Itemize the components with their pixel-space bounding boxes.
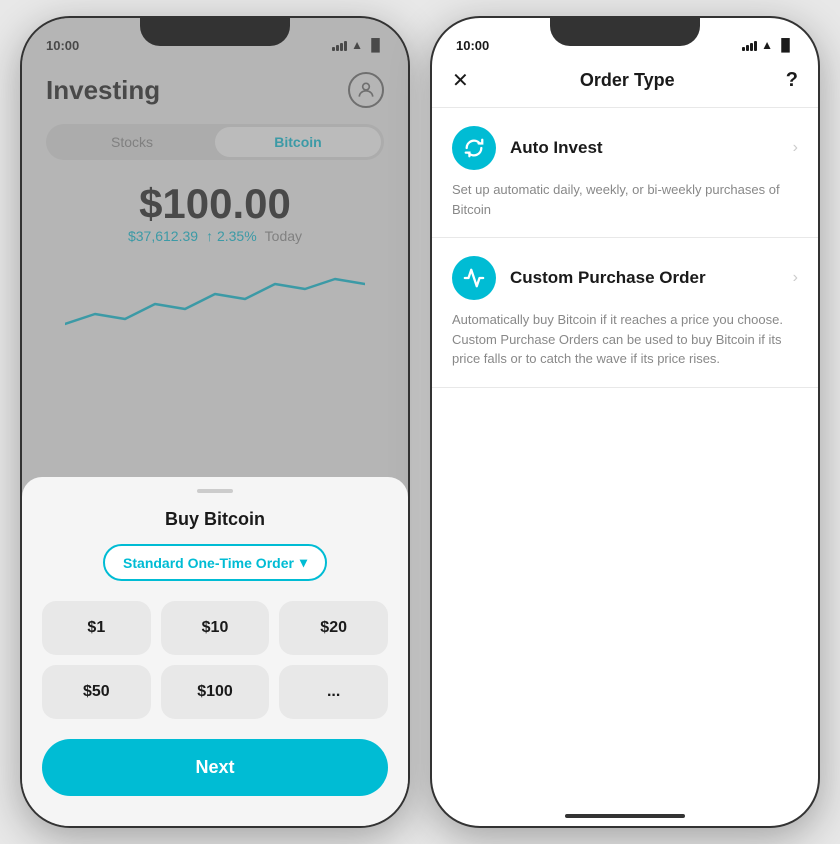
status-icons-right: ▲ ▐▌ <box>742 38 794 52</box>
amount-10[interactable]: $10 <box>161 601 270 655</box>
right-phone: 10:00 ▲ ▐▌ ✕ Order Type ? <box>430 16 820 828</box>
amount-1[interactable]: $1 <box>42 601 151 655</box>
auto-invest-description: Set up automatic daily, weekly, or bi-we… <box>452 180 798 219</box>
amount-50[interactable]: $50 <box>42 665 151 719</box>
order-item-row-auto-invest: Auto Invest › <box>452 126 798 170</box>
order-item-row-custom: Custom Purchase Order › <box>452 256 798 300</box>
modal-title: Buy Bitcoin <box>42 509 388 530</box>
auto-invest-label: Auto Invest <box>510 138 779 158</box>
modal-sheet: Buy Bitcoin Standard One-Time Order ▾ $1… <box>22 477 408 826</box>
custom-purchase-description: Automatically buy Bitcoin if it reaches … <box>452 310 798 369</box>
modal-handle <box>197 489 233 493</box>
battery-icon-right: ▐▌ <box>777 38 794 52</box>
notch <box>140 18 290 46</box>
custom-purchase-icon <box>452 256 496 300</box>
next-button[interactable]: Next <box>42 739 388 796</box>
close-button[interactable]: ✕ <box>452 68 469 93</box>
signal-icon-right <box>742 39 757 51</box>
order-item-custom-purchase[interactable]: Custom Purchase Order › Automatically bu… <box>432 238 818 388</box>
custom-purchase-label: Custom Purchase Order <box>510 268 779 288</box>
chevron-right-icon-auto: › <box>793 139 798 157</box>
time-right: 10:00 <box>456 38 489 53</box>
amount-more[interactable]: ... <box>279 665 388 719</box>
home-indicator-right <box>565 814 685 818</box>
header-title: Order Type <box>580 70 675 91</box>
order-type-header: ✕ Order Type ? <box>432 62 818 108</box>
chevron-right-icon-custom: › <box>793 269 798 287</box>
modal-overlay: Buy Bitcoin Standard One-Time Order ▾ $1… <box>22 18 408 826</box>
help-button[interactable]: ? <box>786 69 798 92</box>
order-type-button[interactable]: Standard One-Time Order ▾ <box>103 544 327 581</box>
order-type-label: Standard One-Time Order <box>123 555 294 571</box>
auto-invest-icon <box>452 126 496 170</box>
order-item-auto-invest[interactable]: Auto Invest › Set up automatic daily, we… <box>432 108 818 238</box>
wifi-icon-right: ▲ <box>761 38 773 52</box>
amount-grid: $1 $10 $20 $50 $100 ... <box>42 601 388 719</box>
order-type-selector: Standard One-Time Order ▾ <box>42 544 388 581</box>
amount-20[interactable]: $20 <box>279 601 388 655</box>
notch-right <box>550 18 700 46</box>
left-phone: 10:00 ▲ ▐▌ Investing Stocks Bi <box>20 16 410 828</box>
chevron-down-icon: ▾ <box>300 554 307 571</box>
amount-100[interactable]: $100 <box>161 665 270 719</box>
